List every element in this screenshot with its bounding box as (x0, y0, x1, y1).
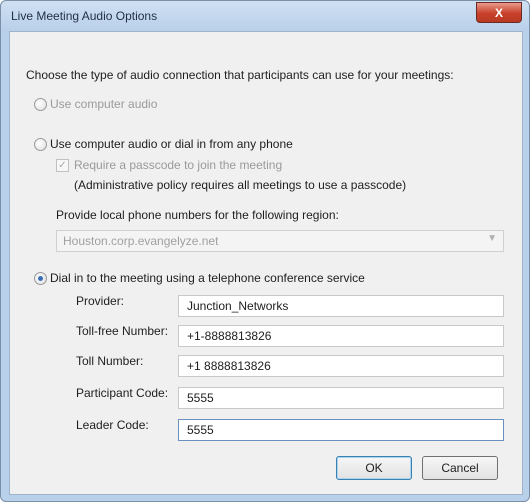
close-button[interactable]: X (476, 2, 522, 23)
provider-field-value: Junction_Networks (187, 299, 289, 313)
dialog-title: Live Meeting Audio Options (11, 9, 158, 23)
participant-code-field[interactable]: 5555 (178, 387, 504, 409)
close-icon: X (494, 5, 503, 20)
region-dropdown-value: Houston.corp.evangelyze.net (63, 234, 219, 248)
passcode-checkbox[interactable]: ✓ (56, 159, 69, 172)
region-label: Provide local phone numbers for the foll… (56, 208, 339, 222)
radio-computer-or-phone[interactable] (34, 138, 47, 151)
radio-computer-or-phone-label: Use computer audio or dial in from any p… (50, 137, 293, 151)
leader-code-label: Leader Code: (76, 418, 149, 432)
toll-number-field-value: +1 8888813826 (187, 359, 271, 373)
leader-code-field[interactable]: 5555 (178, 419, 504, 441)
intro-text: Choose the type of audio connection that… (26, 68, 454, 82)
ok-button[interactable]: OK (336, 456, 412, 480)
cancel-button[interactable]: Cancel (422, 456, 498, 480)
chevron-down-icon: ▼ (487, 233, 497, 244)
passcode-policy-note: (Administrative policy requires all meet… (74, 178, 407, 192)
participant-code-label: Participant Code: (76, 386, 169, 400)
participant-code-field-value: 5555 (187, 391, 214, 405)
leader-code-field-value: 5555 (187, 423, 214, 437)
radio-dial-in-service-label: Dial in to the meeting using a telephone… (50, 271, 365, 285)
audio-options-dialog: Live Meeting Audio Options X Choose the … (0, 0, 530, 502)
region-dropdown[interactable]: Houston.corp.evangelyze.net ▼ (56, 230, 504, 252)
provider-label: Provider: (76, 294, 125, 308)
toll-number-field[interactable]: +1 8888813826 (178, 355, 504, 377)
toll-free-field-value: +1-8888813826 (187, 329, 272, 343)
radio-dial-in-service[interactable] (34, 272, 47, 285)
provider-field[interactable]: Junction_Networks (178, 295, 504, 317)
radio-computer-audio[interactable] (34, 98, 47, 111)
toll-number-label: Toll Number: (76, 354, 144, 368)
dialog-content: Choose the type of audio connection that… (9, 31, 523, 495)
toll-free-field[interactable]: +1-8888813826 (178, 325, 504, 347)
radio-computer-audio-label: Use computer audio (50, 97, 158, 111)
toll-free-label: Toll-free Number: (76, 324, 169, 338)
passcode-checkbox-label: Require a passcode to join the meeting (74, 158, 283, 172)
